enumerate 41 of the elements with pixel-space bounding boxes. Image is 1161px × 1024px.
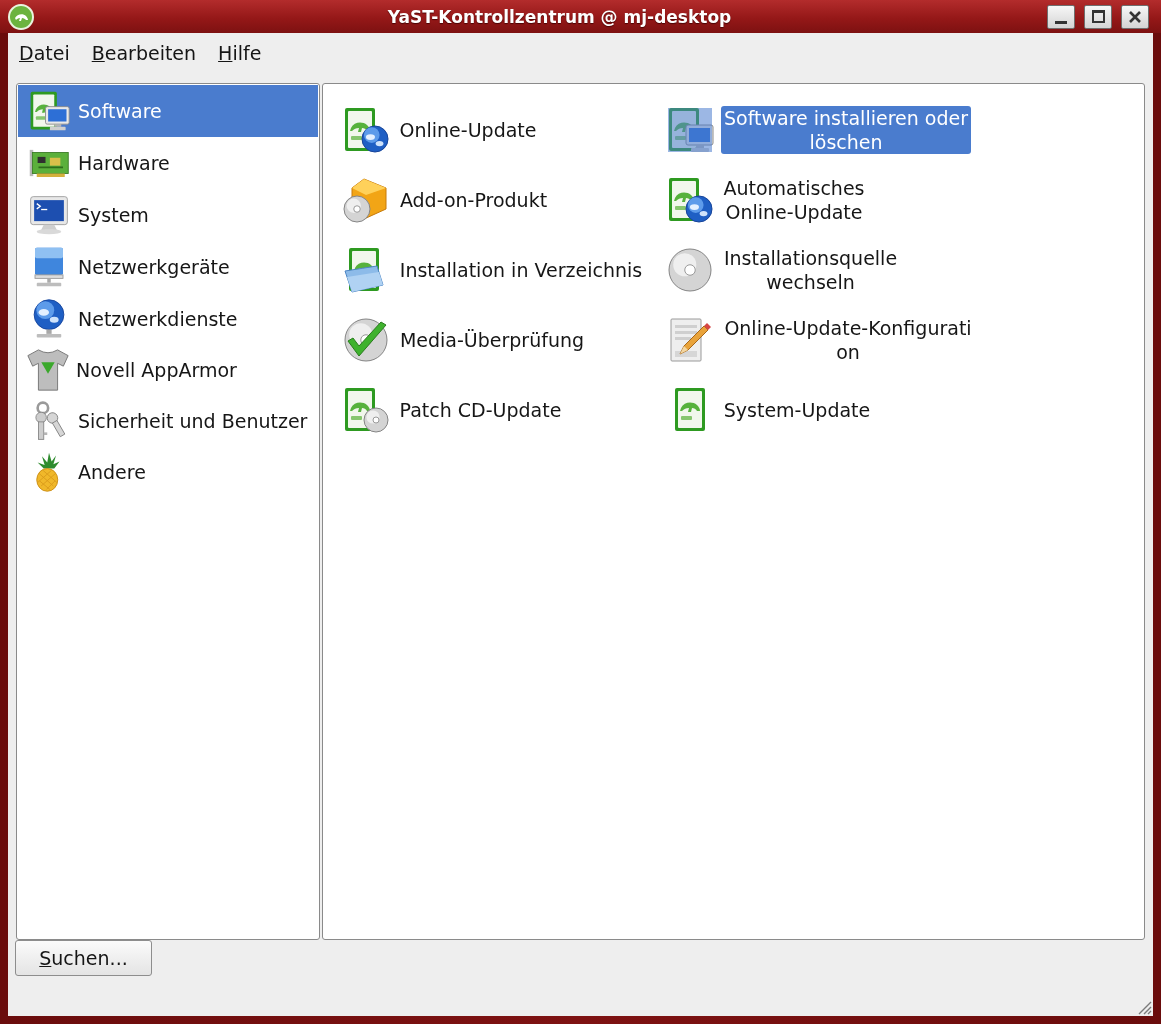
package-monitor-icon[interactable] [666, 106, 714, 154]
package-monitor-icon [28, 90, 70, 132]
package-disc-icon[interactable] [342, 386, 390, 434]
module-label[interactable]: Add-on-Produkt [397, 188, 550, 212]
menu-item[interactable]: Hilfe [207, 38, 273, 68]
category-item[interactable]: Netzwerkgeräte [18, 241, 318, 293]
module-label[interactable]: Online-Update [397, 118, 539, 142]
module-label[interactable]: System-Update [721, 398, 873, 422]
disc-box-icon[interactable] [342, 176, 390, 224]
monitor-icon [28, 194, 70, 236]
package-globe-icon[interactable] [342, 106, 390, 154]
logo-icon[interactable] [8, 3, 34, 30]
module-label[interactable]: Patch CD-Update [397, 398, 564, 422]
module-label[interactable]: Automatisches Online-Update [721, 176, 867, 224]
window-title: YaST-Kontrollzentrum @ mj-desktop [387, 6, 732, 27]
close-icon [1129, 10, 1141, 23]
minimize-button[interactable] [1047, 4, 1075, 29]
category-item[interactable]: Sicherheit und Benutzer [18, 395, 318, 446]
module-label[interactable]: Installationsquelle wechseln [721, 246, 900, 294]
category-item[interactable]: Netzwerkdienste [18, 293, 318, 345]
maximize-button[interactable] [1084, 4, 1112, 29]
minimize-icon [1055, 20, 1067, 24]
module-label[interactable]: Online-Update-Konfiguration [721, 316, 975, 364]
menu-item[interactable]: Bearbeiten [80, 38, 208, 68]
category-item[interactable]: Software [18, 85, 318, 137]
resize-grip-icon[interactable] [1136, 999, 1152, 1015]
module-label[interactable]: Media-Überprüfung [397, 328, 587, 352]
maximize-icon [1091, 10, 1105, 23]
disc-check-icon[interactable] [342, 316, 390, 364]
menu-item[interactable]: Datei [8, 38, 81, 68]
category-item[interactable]: System [18, 189, 318, 241]
package-globe-icon[interactable] [666, 176, 714, 224]
category-item[interactable]: Hardware [18, 137, 318, 189]
module-label[interactable]: Software installieren oder löschen [721, 106, 971, 154]
shirt-icon [25, 347, 71, 393]
category-item[interactable]: Novell AppArmor [18, 345, 318, 395]
search-button[interactable]: Suchen... [15, 940, 152, 976]
module-label[interactable]: Installation in Verzeichnis [397, 258, 645, 282]
disc-icon[interactable] [666, 246, 714, 294]
category-item[interactable]: Andere [18, 446, 318, 498]
close-button[interactable] [1121, 4, 1149, 29]
